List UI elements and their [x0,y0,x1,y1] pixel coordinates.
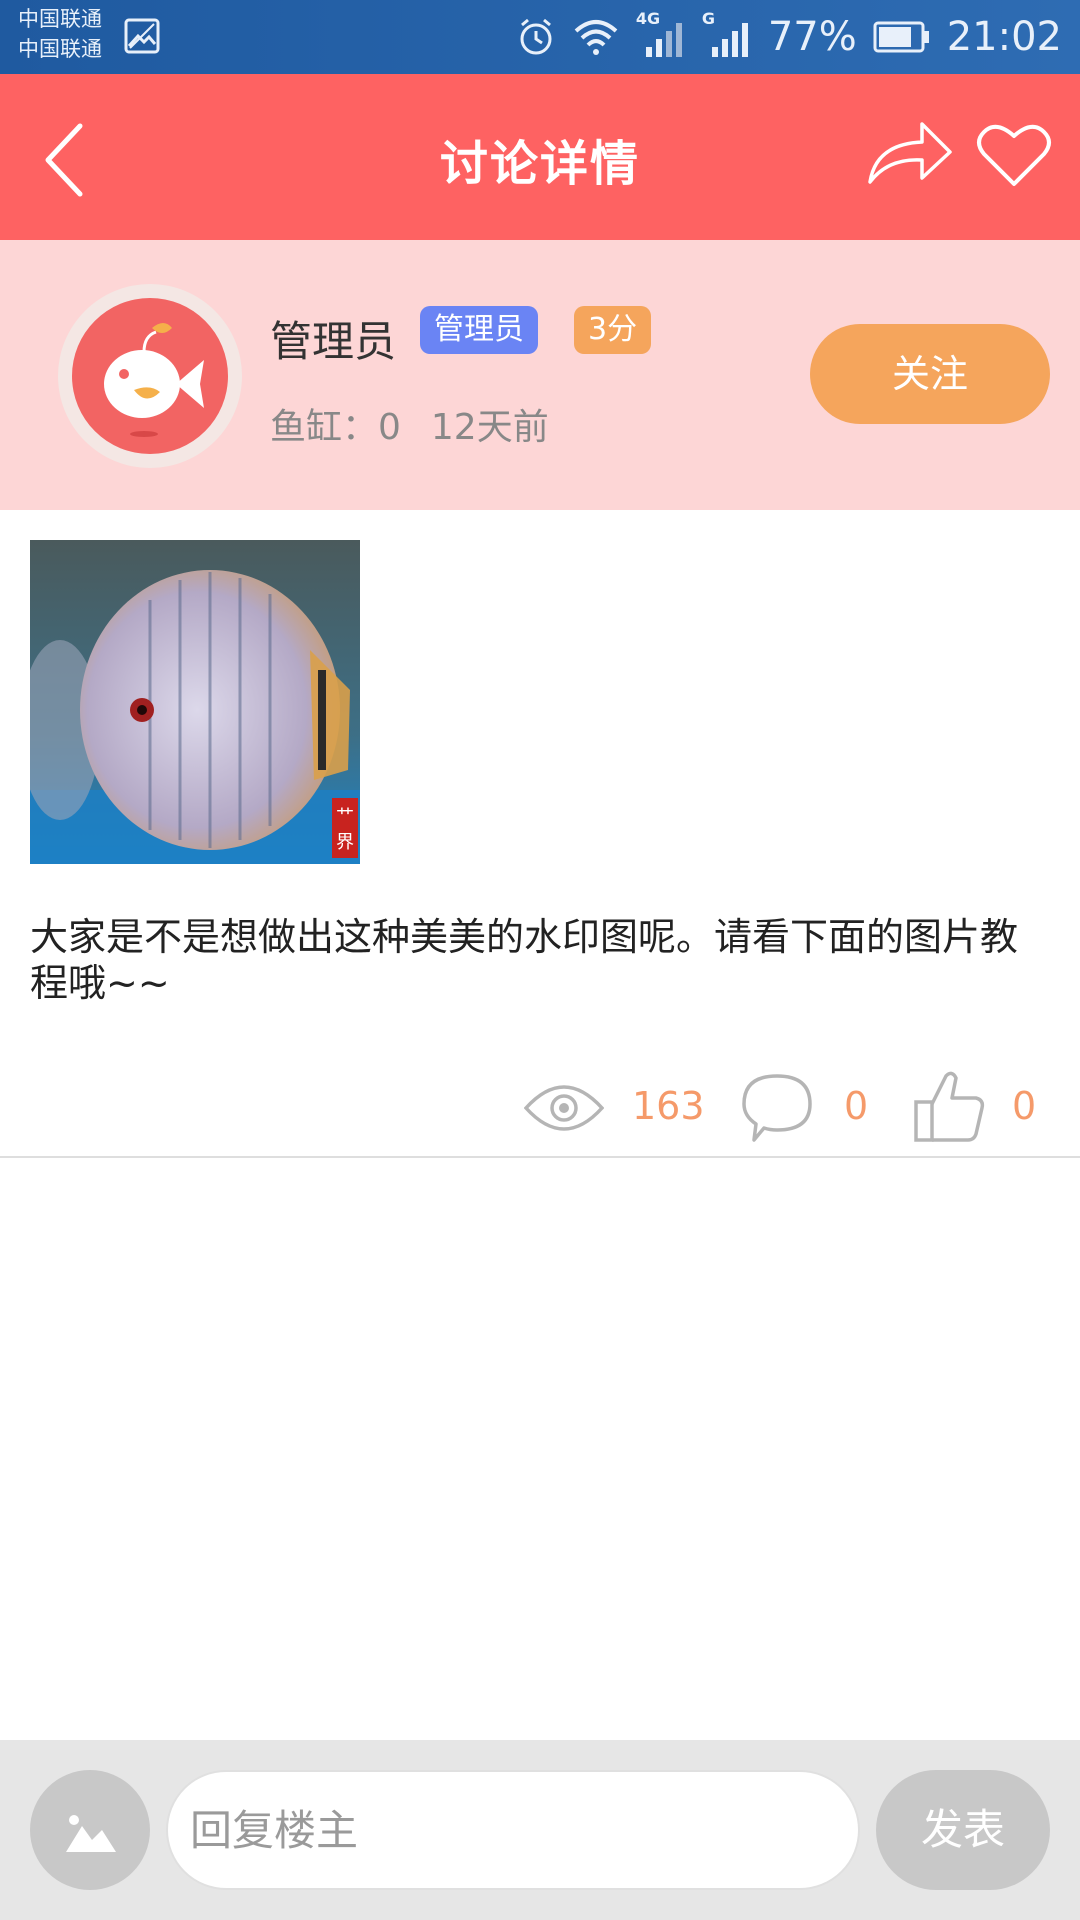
reply-bar: 发表 [0,1740,1080,1920]
alarm-icon [520,18,552,55]
reply-input[interactable] [166,1770,860,1890]
author-name[interactable]: 管理员 [270,308,396,369]
carrier-info: 中国联通 中国联通 [18,4,102,64]
author-section: 管理员 管理员 3分 鱼缸：0 12天前 关注 [0,240,1080,510]
post-time: 12天前 [430,407,549,448]
wifi-icon [574,20,618,55]
battery-percent: 77% [767,14,857,60]
follow-button[interactable]: 关注 [810,324,1050,424]
author-meta: 鱼缸：0 12天前 [270,398,579,450]
post-image[interactable]: 艹 界 [30,540,360,864]
post-stats: 163 0 0 [0,1064,1080,1152]
gallery-icon [124,18,160,54]
eye-icon [524,1085,604,1131]
add-image-button[interactable] [30,1770,150,1890]
signal-4g: 4G [636,9,686,59]
thumbs-up-icon[interactable] [912,1068,986,1144]
header: 讨论详情 [0,74,1080,240]
carrier-1: 中国联通 [18,7,102,31]
status-indicators: 4G G 77% 21:02 [516,9,1062,64]
signal-g: G [702,9,752,59]
clock: 21:02 [946,14,1062,60]
battery-icon [873,21,929,53]
like-count: 0 [1012,1084,1037,1128]
svg-text:艹: 艹 [336,806,354,827]
send-button[interactable]: 发表 [876,1770,1050,1890]
post-content: 大家是不是想做出这种美美的水印图呢。请看下面的图片教程哦~~ [30,915,1019,1005]
fish-logo-icon [72,298,228,454]
share-icon[interactable] [866,118,954,188]
view-count: 163 [632,1084,705,1128]
comment-icon[interactable] [740,1072,814,1144]
image-icon [66,1815,116,1852]
svg-text:界: 界 [336,832,354,853]
tank-count: 鱼缸：0 [270,407,401,448]
heart-icon[interactable] [976,120,1052,190]
signal-icon [645,23,682,57]
comment-count: 0 [844,1084,869,1128]
role-badge: 管理员 [420,306,538,354]
signal-icon [711,23,748,57]
score-badge: 3分 [574,306,652,354]
status-bar: 中国联通 中国联通 4G G 77% 21:02 [0,0,1080,74]
carrier-2: 中国联通 [18,37,102,61]
divider [0,1156,1080,1158]
avatar[interactable] [58,284,242,468]
